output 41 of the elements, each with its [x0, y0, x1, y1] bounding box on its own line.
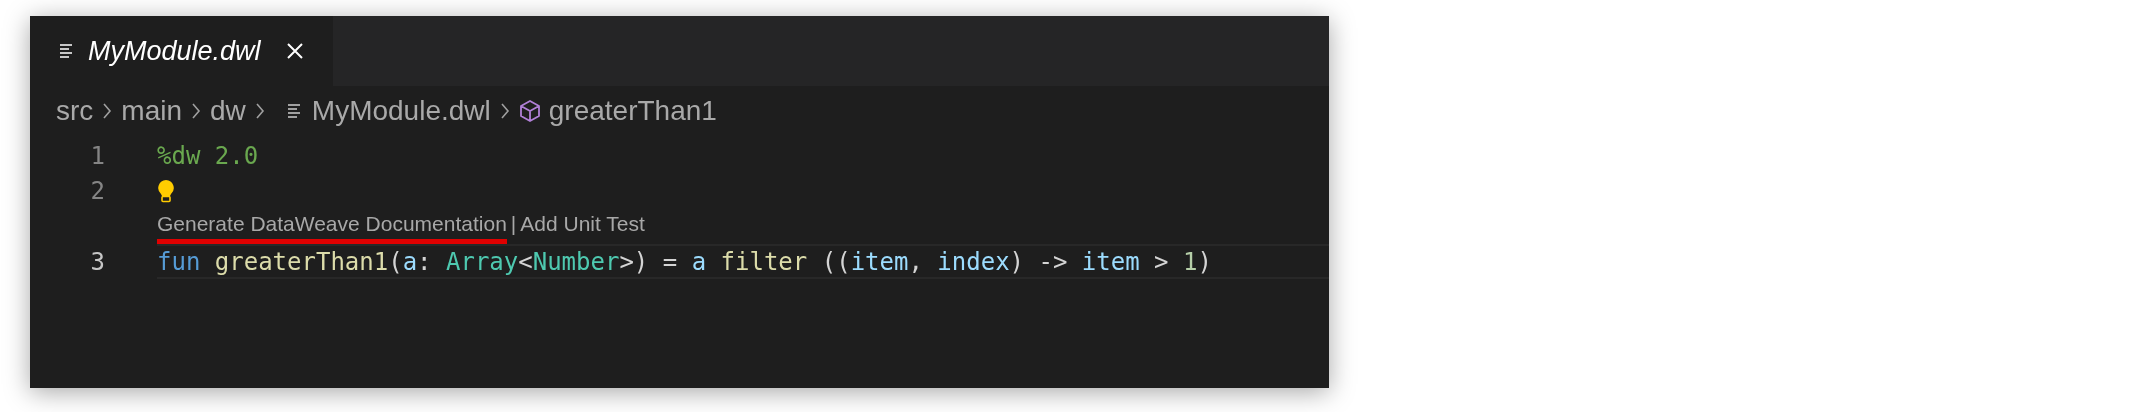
chevron-right-icon: [253, 101, 266, 121]
close-icon[interactable]: [284, 41, 305, 61]
chevron-right-icon: [101, 101, 114, 121]
tab-label: MyModule.dwl: [88, 34, 261, 68]
breadcrumb-item[interactable]: src: [56, 90, 94, 132]
code-token: <: [518, 246, 533, 278]
code-token: >: [1153, 246, 1170, 278]
separator: |: [509, 210, 518, 237]
chevron-right-icon: [190, 101, 203, 121]
code-token: ) ->: [1009, 246, 1069, 278]
code-token: >) =: [619, 246, 679, 278]
code-token: a: [402, 246, 418, 278]
code-token: item: [1081, 246, 1140, 278]
code-token: 1: [1183, 246, 1198, 278]
code-token: Array: [446, 246, 519, 278]
line-number: 1: [89, 140, 105, 172]
code-token: (: [388, 246, 403, 278]
line-number: 2: [89, 175, 105, 207]
code-token: ,: [908, 246, 924, 278]
editor-tab[interactable]: MyModule.dwl: [30, 16, 333, 86]
code-token: :: [417, 246, 433, 278]
code-token: ((: [820, 246, 851, 278]
code-token: %dw 2.0: [157, 140, 259, 172]
code-token: ): [1197, 246, 1212, 278]
codelens-link[interactable]: Generate DataWeave Documentation: [157, 207, 507, 244]
code-token: filter: [720, 246, 808, 278]
breadcrumb-item[interactable]: MyModule.dwl: [311, 90, 491, 132]
code-token: Number: [532, 246, 620, 278]
chevron-right-icon: [498, 101, 511, 121]
codelens-link[interactable]: Add Unit Test: [520, 207, 645, 244]
code-token: a: [691, 246, 708, 278]
breadcrumb-item[interactable]: main: [121, 90, 183, 132]
code-token: index: [937, 246, 1010, 278]
cube-icon: [518, 99, 541, 123]
breadcrumb-item[interactable]: dw: [210, 90, 246, 132]
breadcrumb-item[interactable]: greaterThan1: [548, 90, 717, 132]
lightbulb-icon[interactable]: [157, 178, 175, 203]
code-token: item: [850, 246, 909, 278]
code-token: greaterThan1: [214, 246, 389, 278]
code-token: fun: [157, 246, 202, 278]
line-number: 3: [89, 246, 105, 278]
